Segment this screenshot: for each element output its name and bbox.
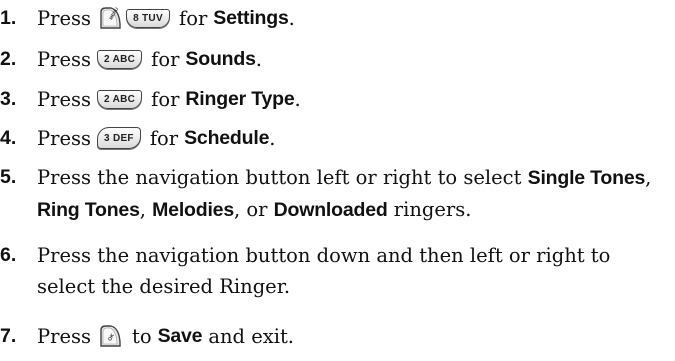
step-2: 2. Press 2 ABC for Sounds.	[0, 43, 675, 75]
separator: ,	[139, 198, 146, 221]
step-text: Press 3 DEF for Schedule.	[37, 127, 275, 150]
step-text: Press the navigation button left or righ…	[37, 162, 651, 226]
step-number: 2.	[0, 47, 17, 70]
line-1: Press the navigation button down and the…	[37, 244, 611, 267]
period: .	[269, 126, 276, 150]
step-text: Press MENU 8 TUV for Settings.	[37, 6, 295, 30]
to-word: to	[132, 324, 152, 348]
menu-softkey-icon: MENU	[100, 7, 121, 29]
step-7: 7. Press OK to Save and exit.	[0, 320, 675, 352]
menu-target: Schedule	[184, 126, 270, 149]
step-number: 3.	[0, 87, 17, 110]
step-number: 1.	[0, 6, 17, 29]
step-number: 4.	[0, 126, 17, 149]
separator: ,	[645, 166, 652, 189]
period: .	[255, 47, 262, 71]
step-text: Press 2 ABC for Sounds.	[37, 48, 262, 71]
step-text: Press OK to Save and exit.	[37, 324, 294, 348]
menu-target: Ringer Type	[185, 87, 295, 110]
press-word: Press	[37, 324, 91, 348]
option-downloaded: Downloaded	[273, 199, 388, 221]
save-target: Save	[157, 324, 203, 347]
step-5: 5. Press the navigation button left or r…	[0, 162, 675, 226]
step-text: Press 2 ABC for Ringer Type.	[37, 88, 301, 111]
step-number: 7.	[0, 324, 17, 347]
key-3-def: 3 DEF	[97, 127, 141, 149]
for-word: for	[179, 6, 208, 30]
period: .	[294, 87, 301, 111]
press-word: Press	[37, 47, 91, 71]
step-3: 3. Press 2 ABC for Ringer Type.	[0, 83, 675, 115]
press-word: Press	[37, 87, 91, 111]
option-single-tones: Single Tones	[527, 167, 646, 189]
key-2-abc: 2 ABC	[97, 89, 143, 109]
menu-target: Settings	[213, 6, 289, 29]
line-1: Press the navigation button left or righ…	[37, 162, 651, 194]
option-melodies: Melodies	[152, 199, 234, 221]
press-word: Press	[37, 6, 91, 30]
instruction-end: and exit.	[208, 324, 295, 348]
key-2-abc: 2 ABC	[97, 49, 143, 69]
key-8-tuv: 8 TUV	[126, 8, 170, 28]
instruction-end: ringers.	[393, 198, 472, 221]
step-1: 1. Press MENU 8 TUV for Settings.	[0, 2, 675, 34]
for-word: for	[149, 126, 179, 150]
option-ring-tones: Ring Tones	[37, 199, 140, 221]
menu-target: Sounds	[185, 47, 256, 70]
separator: , or	[233, 198, 268, 221]
instruction-text: Press the navigation button left or righ…	[37, 166, 522, 189]
step-number: 6.	[0, 244, 17, 266]
step-6: 6. Press the navigation button down and …	[0, 240, 675, 304]
step-number: 5.	[0, 166, 17, 188]
line-2: select the desired Ringer.	[37, 275, 291, 298]
ok-softkey-icon: OK	[100, 325, 121, 347]
for-word: for	[151, 87, 180, 111]
period: .	[288, 6, 295, 30]
press-word: Press	[37, 126, 91, 150]
step-4: 4. Press 3 DEF for Schedule.	[0, 122, 675, 154]
for-word: for	[151, 47, 180, 71]
line-2: Ring Tones, Melodies, or Downloaded ring…	[37, 194, 651, 226]
step-text: Press the navigation button down and the…	[37, 240, 610, 302]
